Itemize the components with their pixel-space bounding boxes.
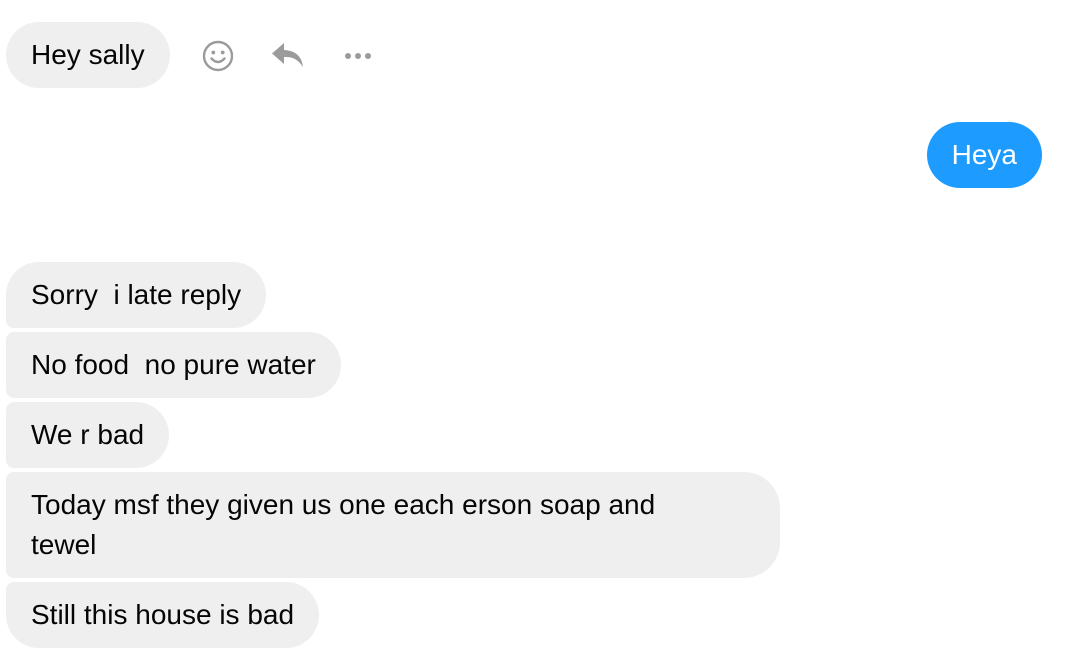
message-actions bbox=[196, 34, 380, 78]
message-bubble-incoming[interactable]: Still this house is bad bbox=[6, 582, 320, 648]
chat-thread: Hey sally Heya Sorry i late reply No foo bbox=[0, 0, 1072, 666]
more-button[interactable] bbox=[336, 34, 380, 78]
more-icon bbox=[345, 53, 371, 59]
reply-button[interactable] bbox=[266, 34, 310, 78]
message-bubble-outgoing[interactable]: Heya bbox=[926, 122, 1042, 188]
react-button[interactable] bbox=[196, 34, 240, 78]
message-bubble-incoming[interactable]: No food no pure water bbox=[6, 332, 341, 398]
smiley-icon bbox=[202, 40, 234, 72]
message-bubble-incoming[interactable]: We r bad bbox=[6, 402, 170, 468]
message-bubble-incoming[interactable]: Sorry i late reply bbox=[6, 262, 267, 328]
message-bubble-incoming[interactable]: Hey sally bbox=[6, 22, 170, 88]
reply-icon bbox=[272, 43, 303, 67]
message-bubble-incoming[interactable]: Today msf they given us one each erson s… bbox=[6, 472, 780, 578]
